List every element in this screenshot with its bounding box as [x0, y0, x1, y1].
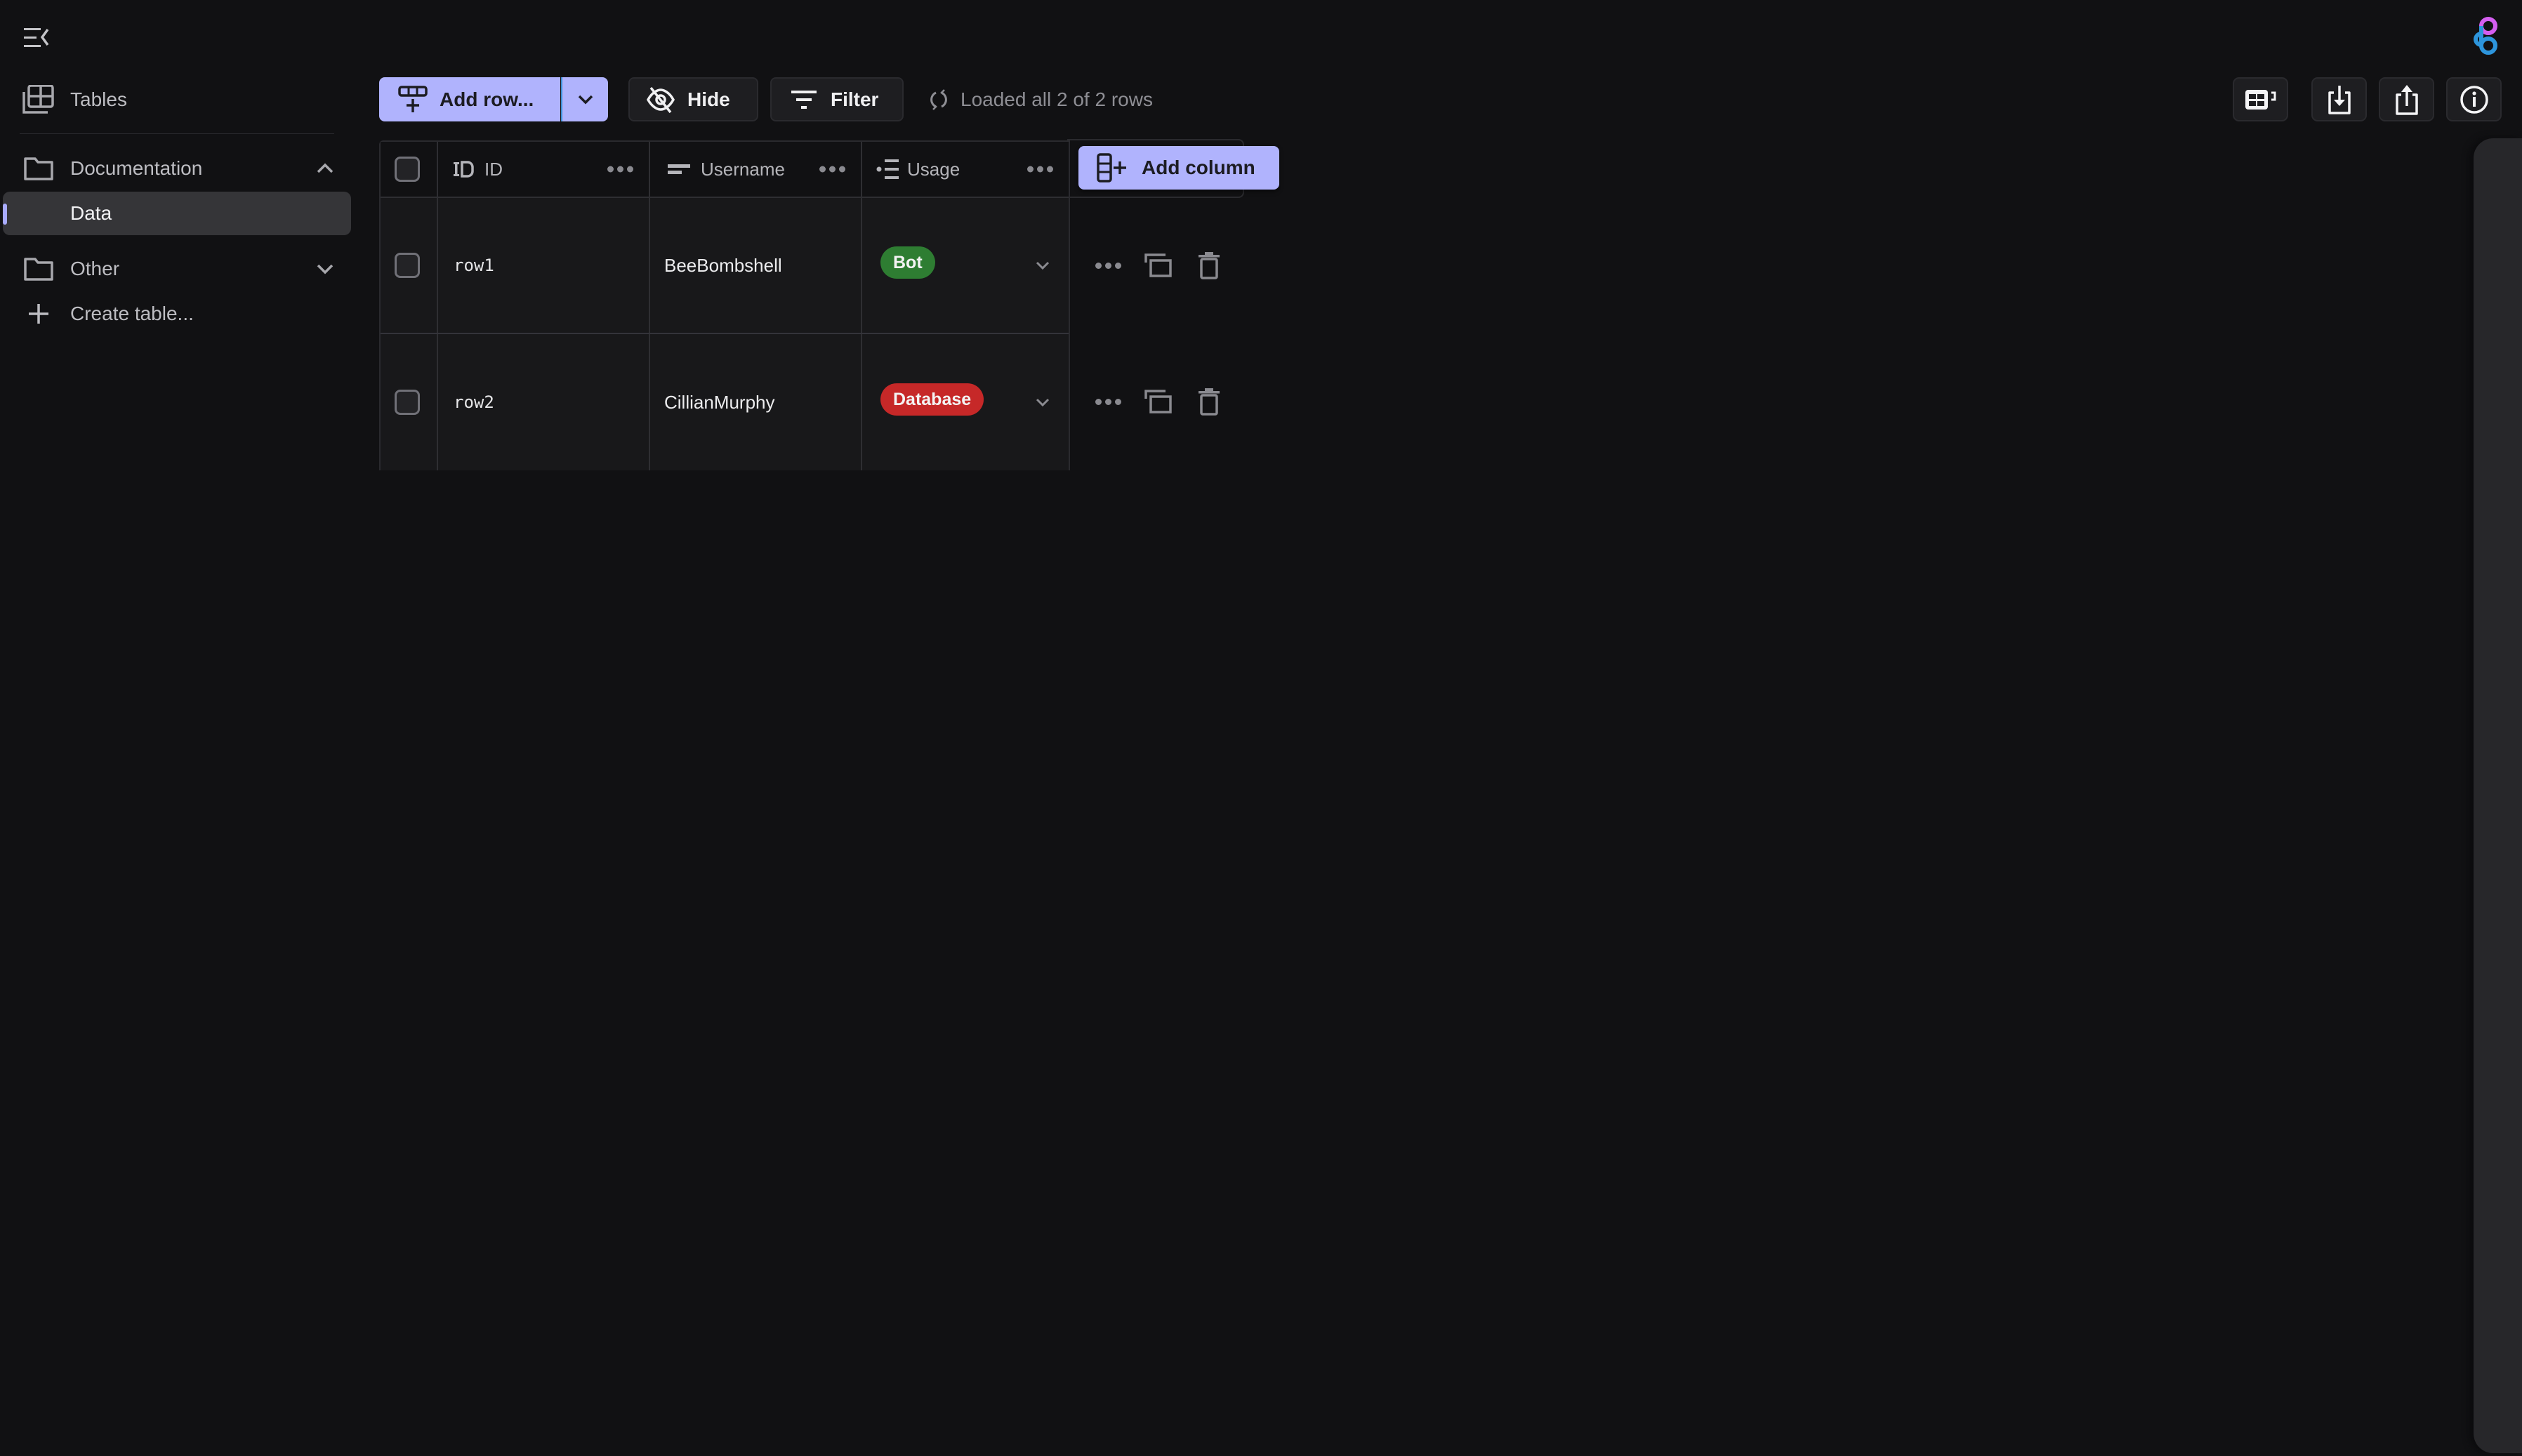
load-status: Loaded all 2 of 2 rows [928, 86, 1153, 114]
table-view-button[interactable] [2233, 77, 2288, 121]
row-more-button[interactable] [1092, 250, 1123, 281]
duplicate-row-button[interactable] [1143, 250, 1174, 281]
row-id: row2 [454, 392, 494, 412]
more-icon [1095, 398, 1121, 405]
plus-icon [22, 298, 55, 330]
refresh-icon [930, 89, 947, 110]
duplicate-row-button[interactable] [1143, 386, 1174, 417]
import-button[interactable] [2311, 77, 2367, 121]
column-menu-icon[interactable] [607, 166, 633, 173]
app-logo [2466, 15, 2500, 59]
sidebar-folder-label: Documentation [70, 157, 203, 179]
column-header-username[interactable]: Username [650, 142, 861, 197]
sidebar-toggle-button[interactable] [21, 25, 52, 51]
duplicate-icon [1144, 390, 1172, 413]
add-column-icon [1097, 153, 1128, 183]
select-icon [876, 159, 900, 180]
column-header-label: Username [701, 158, 785, 180]
table-row[interactable]: row1 BeeBombshell Bot [381, 198, 1069, 334]
delete-row-button[interactable] [1194, 386, 1224, 417]
row-actions [1092, 380, 1244, 423]
duplicate-icon [1144, 253, 1172, 277]
column-header-id[interactable]: ID [438, 142, 649, 197]
side-panel[interactable] [2474, 138, 2522, 1453]
more-icon [1095, 262, 1121, 269]
cell-usage[interactable]: Database [862, 334, 1069, 470]
add-row-options-button[interactable] [561, 77, 608, 121]
row-select-cell [395, 198, 420, 333]
sidebar-folder-label: Other [70, 258, 120, 279]
add-row-icon [397, 85, 428, 114]
sidebar-folder-other[interactable]: Other [3, 247, 351, 291]
folder-icon [22, 152, 55, 185]
column-header-label: ID [484, 158, 503, 180]
hide-button[interactable]: Hide [628, 77, 758, 121]
sidebar-item-label: Data [70, 202, 112, 224]
table-row[interactable]: row2 CillianMurphy Database [381, 334, 1069, 470]
sidebar-divider [20, 133, 334, 134]
filter-button[interactable]: Filter [770, 77, 904, 121]
sidebar-folder-documentation[interactable]: Documentation [3, 147, 351, 190]
delete-row-button[interactable] [1194, 250, 1224, 281]
row-id: row1 [454, 256, 494, 275]
chevron-up-icon[interactable] [315, 158, 336, 179]
chevron-down-icon [578, 95, 593, 104]
eye-off-icon [645, 86, 676, 114]
add-column-button[interactable]: Add column [1078, 146, 1279, 190]
usage-tag[interactable]: Database [880, 383, 984, 416]
trash-icon [1199, 388, 1220, 416]
text-icon [667, 162, 691, 176]
info-icon [2460, 85, 2488, 114]
table-header: ID Username Usage [381, 142, 1069, 198]
chevron-down-icon[interactable] [315, 258, 336, 279]
username: CillianMurphy [664, 391, 775, 413]
add-column-label: Add column [1142, 157, 1255, 178]
export-button[interactable] [2379, 77, 2434, 121]
sidebar-item-tables[interactable]: Tables [3, 78, 351, 121]
cell-username[interactable]: CillianMurphy [650, 334, 861, 470]
id-icon [454, 161, 475, 178]
username: BeeBombshell [664, 254, 782, 276]
row-select-cell [395, 334, 420, 470]
column-menu-icon[interactable] [1027, 166, 1053, 173]
filter-icon [788, 86, 819, 114]
add-row-label: Add row... [440, 88, 534, 110]
sidebar-item-data[interactable]: Data [3, 192, 351, 235]
folder-icon [22, 253, 55, 285]
menu-collapse-icon [24, 28, 49, 47]
export-icon [2395, 84, 2418, 115]
trash-icon [1199, 252, 1220, 279]
info-button[interactable] [2446, 77, 2502, 121]
row-actions [1092, 244, 1244, 286]
data-table: ID Username Usage row1 BeeBombshell Bot … [379, 140, 1070, 470]
column-header-usage[interactable]: Usage [862, 142, 1069, 197]
cell-id[interactable]: row1 [438, 198, 649, 333]
row-checkbox[interactable] [395, 253, 420, 278]
create-table-button[interactable]: Create table... [3, 292, 351, 336]
import-icon [2328, 85, 2351, 114]
cell-usage[interactable]: Bot [862, 198, 1069, 333]
usage-tag[interactable]: Bot [880, 246, 935, 279]
hide-label: Hide [687, 88, 730, 110]
chevron-down-icon[interactable] [1035, 397, 1050, 408]
table-view-icon [2245, 89, 2276, 110]
create-table-label: Create table... [70, 303, 194, 324]
cell-username[interactable]: BeeBombshell [650, 198, 861, 333]
sidebar-tables-label: Tables [70, 88, 127, 110]
chevron-down-icon[interactable] [1035, 260, 1050, 271]
filter-label: Filter [831, 88, 879, 110]
tables-icon [22, 84, 55, 116]
cell-id[interactable]: row2 [438, 334, 649, 470]
column-header-label: Usage [907, 158, 960, 180]
row-more-button[interactable] [1092, 386, 1123, 417]
add-row-button[interactable]: Add row... [379, 77, 560, 121]
row-checkbox[interactable] [395, 390, 420, 415]
column-menu-icon[interactable] [819, 166, 845, 173]
select-all-checkbox[interactable] [395, 157, 420, 182]
select-all-cell [395, 142, 420, 197]
load-status-text: Loaded all 2 of 2 rows [960, 88, 1153, 110]
active-indicator [3, 204, 7, 225]
